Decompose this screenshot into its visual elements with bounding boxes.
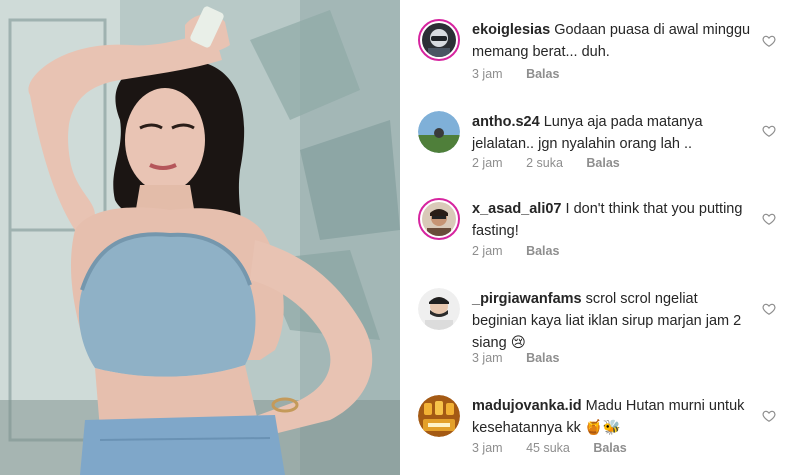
avatar[interactable] (418, 198, 460, 240)
avatar[interactable] (418, 19, 460, 61)
comment-time: 2 jam (472, 156, 503, 170)
avatar[interactable] (418, 288, 460, 330)
avatar-image (422, 23, 456, 57)
comments-panel: ekoiglesias Godaan puasa di awal minggu … (400, 0, 800, 475)
comment-likes[interactable]: 2 suka (526, 156, 563, 170)
comment-likes[interactable]: 45 suka (526, 441, 570, 455)
comment-time: 2 jam (472, 244, 503, 258)
comment-username[interactable]: _pirgiawanfams (472, 291, 582, 307)
comment-meta: 3 jam Balas (472, 67, 579, 81)
like-heart-icon[interactable] (762, 212, 776, 226)
comment-text: _pirgiawanfams scrol scrol ngeliat begin… (472, 288, 752, 354)
comment-text: antho.s24 Lunya aja pada matanya jelalat… (472, 111, 752, 155)
comment-meta: 2 jam 2 suka Balas (472, 156, 640, 170)
comment-username[interactable]: antho.s24 (472, 114, 540, 130)
photo-illustration (0, 0, 400, 475)
comment-time: 3 jam (472, 441, 503, 455)
like-heart-icon[interactable] (762, 34, 776, 48)
comment-username[interactable]: madujovanka.id (472, 398, 582, 414)
avatar-image (422, 202, 456, 236)
like-heart-icon[interactable] (762, 302, 776, 316)
comment-meta: 3 jam 45 suka Balas (472, 441, 647, 455)
avatar[interactable] (418, 111, 460, 153)
comment-text: madujovanka.id Madu Hutan murni untuk ke… (472, 395, 752, 439)
post-photo (0, 0, 400, 475)
reply-button[interactable]: Balas (586, 156, 619, 170)
avatar-image (418, 288, 460, 330)
reply-button[interactable]: Balas (526, 351, 559, 365)
comment-text: x_asad_ali07 I don't think that you putt… (472, 198, 752, 242)
comment-username[interactable]: x_asad_ali07 (472, 201, 562, 217)
avatar-image (418, 395, 460, 437)
like-heart-icon[interactable] (762, 124, 776, 138)
reply-button[interactable]: Balas (526, 244, 559, 258)
avatar-image (418, 111, 460, 153)
comment-meta: 3 jam Balas (472, 351, 579, 365)
comment-username[interactable]: ekoiglesias (472, 22, 550, 38)
comment-meta: 2 jam Balas (472, 244, 579, 258)
like-heart-icon[interactable] (762, 409, 776, 423)
avatar[interactable] (418, 395, 460, 437)
reply-button[interactable]: Balas (593, 441, 626, 455)
comment-time: 3 jam (472, 351, 503, 365)
comment-text: ekoiglesias Godaan puasa di awal minggu … (472, 19, 752, 63)
comment-time: 3 jam (472, 67, 503, 81)
reply-button[interactable]: Balas (526, 67, 559, 81)
